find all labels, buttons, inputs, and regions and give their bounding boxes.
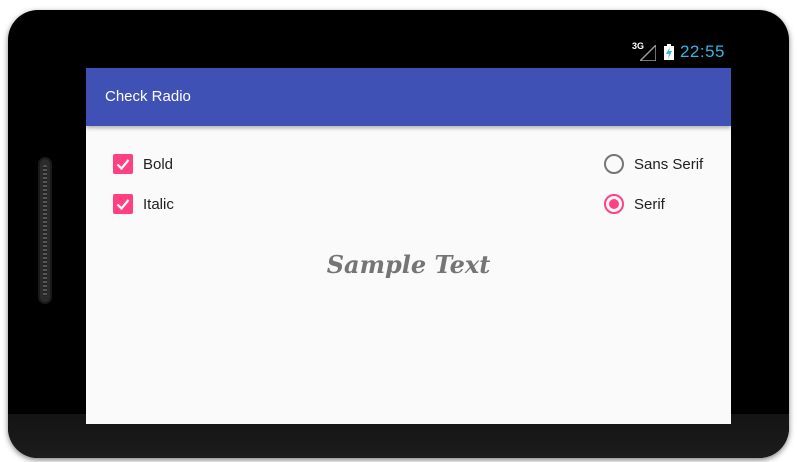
bold-checkbox[interactable]: Bold — [113, 154, 173, 174]
speaker-grill — [38, 157, 52, 304]
radio-unchecked-icon[interactable] — [604, 154, 624, 174]
status-icons: 3G 22:55 — [632, 41, 725, 63]
italic-checkbox-label: Italic — [143, 195, 174, 213]
sans-serif-radio[interactable]: Sans Serif — [604, 154, 703, 174]
sans-serif-radio-label: Sans Serif — [634, 155, 704, 173]
battery-charging-icon — [663, 44, 674, 60]
checkbox-checked-icon[interactable] — [113, 154, 133, 174]
clock: 22:55 — [679, 42, 725, 61]
checkbox-checked-icon[interactable] — [113, 194, 133, 214]
bold-checkbox-label: Bold — [143, 155, 174, 173]
signal-icon: 3G — [632, 41, 658, 63]
radio-dot — [609, 199, 619, 209]
app-bar: Check Radio — [86, 68, 731, 126]
speaker-holes — [43, 165, 47, 296]
italic-checkbox[interactable]: Italic — [113, 194, 174, 214]
status-bar: 3G 22:55 — [86, 38, 731, 68]
radio-checked-icon[interactable] — [604, 194, 624, 214]
sample-text: Sample Text — [326, 250, 491, 279]
app-screen: Check Radio Bold Italic Sans Serif Serif… — [86, 68, 731, 424]
serif-radio[interactable]: Serif — [604, 194, 665, 214]
app-title: Check Radio — [105, 88, 191, 105]
serif-radio-label: Serif — [634, 195, 665, 213]
